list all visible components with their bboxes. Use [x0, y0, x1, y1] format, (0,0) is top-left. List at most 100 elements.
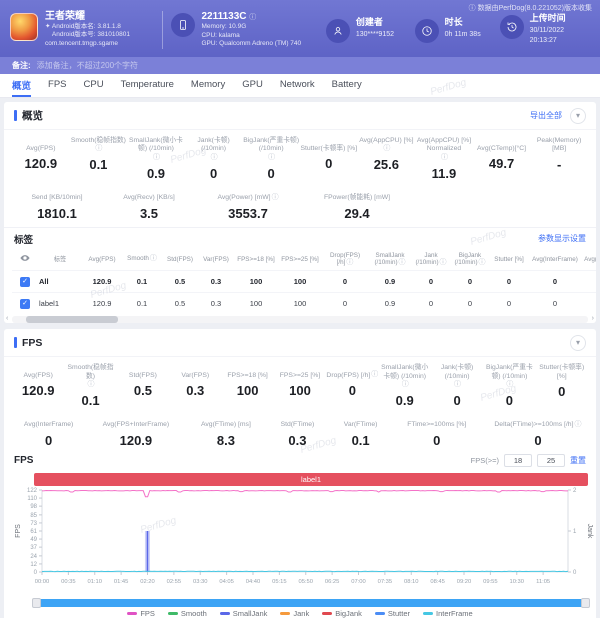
table-cell: 100 — [234, 292, 278, 314]
table-cell: 0 — [322, 292, 368, 314]
table-cell: 0 — [450, 270, 490, 292]
legend-swatch — [375, 612, 385, 615]
info-icon[interactable]: ⓘ — [268, 154, 275, 163]
metric: Avg(Power) [mW]ⓘ3553.7 — [202, 187, 294, 221]
info-icon[interactable]: ⓘ — [402, 381, 409, 390]
metric-label: SmallJank(微小卡顿) (/10min)ⓘ — [379, 364, 431, 390]
legend-label: InterFrame — [436, 609, 473, 618]
metric-label: Jank(卡顿) (/10min)ⓘ — [185, 137, 243, 163]
legend-item-jank[interactable]: Jank — [280, 609, 309, 618]
svg-text:01:45: 01:45 — [114, 579, 129, 585]
metric: FPower(帧能耗) [mW]29.4 — [312, 187, 402, 221]
reset-link[interactable]: 重置 — [570, 455, 586, 466]
svg-text:49: 49 — [30, 537, 37, 543]
metric: Avg(Recv) [KB/s]3.5 — [114, 187, 184, 221]
metric-value: 3553.7 — [202, 206, 294, 221]
info-icon[interactable]: ⓘ — [371, 371, 378, 380]
metric-label: FTime>=100ms [%] — [400, 414, 474, 430]
svg-text:00:00: 00:00 — [35, 579, 50, 585]
row-label: All — [38, 270, 82, 292]
svg-text:61: 61 — [30, 529, 37, 535]
info-icon[interactable]: ⓘ — [95, 145, 102, 154]
tab-battery[interactable]: Battery — [332, 74, 362, 97]
section-accent-bar — [14, 110, 17, 121]
legend-swatch — [280, 612, 290, 615]
info-icon[interactable]: ⓘ — [150, 255, 157, 262]
info-icon[interactable]: ⓘ — [574, 421, 581, 430]
tab-temperature[interactable]: Temperature — [121, 74, 174, 97]
legend-item-bigjank[interactable]: BigJank — [322, 609, 362, 618]
perfdog-report-page: ⓘ 数据由PerfDog(8.0.221052)版本收集 王者荣耀 ✦ Andr… — [0, 0, 600, 618]
legend-item-fps[interactable]: FPS — [127, 609, 155, 618]
slider-handle-right[interactable] — [581, 598, 590, 608]
svg-text:2: 2 — [573, 488, 577, 494]
metric: Jank(卡顿) (/10min)ⓘ0 — [431, 364, 483, 408]
info-icon[interactable]: ⓘ — [272, 194, 279, 203]
table-cell: 120.9 — [82, 292, 122, 314]
table-cell: 120.9 — [582, 270, 596, 292]
slider-handle-left[interactable] — [32, 598, 41, 608]
info-icon[interactable]: ⓘ — [153, 154, 160, 163]
row-checkbox[interactable]: ✓ — [20, 277, 30, 287]
collect-info: ⓘ 数据由PerfDog(8.0.221052)版本收集 — [469, 3, 592, 13]
fps-threshold-input-1[interactable] — [504, 454, 532, 467]
note-bar[interactable]: 备注: 添加备注，不超过200个字符 — [0, 57, 600, 74]
info-icon[interactable]: ⓘ — [479, 259, 486, 266]
svg-text:05:15: 05:15 — [272, 579, 287, 585]
table-column-header: FPS>=18 [%] — [234, 250, 278, 270]
info-icon[interactable]: ⓘ — [440, 259, 447, 266]
info-icon[interactable]: ⓘ — [506, 381, 513, 390]
metric-value: 0 — [185, 166, 243, 181]
chart-label-band[interactable]: label1 — [34, 473, 588, 486]
tab-memory[interactable]: Memory — [191, 74, 225, 97]
legend-item-smalljank[interactable]: SmallJank — [220, 609, 268, 618]
svg-text:06:25: 06:25 — [325, 579, 340, 585]
tab-network[interactable]: Network — [280, 74, 315, 97]
info-icon[interactable]: ⓘ — [88, 381, 95, 390]
legend-item-smooth[interactable]: Smooth — [168, 609, 207, 618]
tab-cpu[interactable]: CPU — [84, 74, 104, 97]
metric-label: BigJank(严重卡顿) (/10min)ⓘ — [483, 364, 535, 390]
tab-overview[interactable]: 概览 — [12, 74, 31, 97]
metric-value: 0 — [300, 156, 358, 171]
tab-gpu[interactable]: GPU — [242, 74, 263, 97]
info-icon[interactable]: ⓘ — [383, 145, 390, 154]
info-icon[interactable]: ⓘ — [346, 259, 353, 266]
info-icon[interactable]: ⓘ — [454, 381, 461, 390]
fps-chart[interactable]: 01224374961738598110122012FPSJank00:0000… — [12, 486, 596, 598]
app-package: com.tencent.tmgp.sgame — [45, 40, 130, 48]
overview-collapse-button[interactable]: ▾ — [570, 108, 586, 124]
legend-item-interframe[interactable]: InterFrame — [423, 609, 473, 618]
metric-value: 0 — [326, 383, 378, 398]
device-info-icon[interactable]: ⓘ — [249, 13, 256, 22]
metric: Smooth(稳帧指数)ⓘ0.1 — [70, 137, 128, 181]
fps-threshold-input-2[interactable] — [537, 454, 565, 467]
legend-item-stutter[interactable]: Stutter — [375, 609, 410, 618]
labels-table-scrollbar[interactable]: ‹ › — [12, 316, 588, 323]
tab-fps[interactable]: FPS — [48, 74, 66, 97]
export-all-link[interactable]: 导出全部 — [530, 110, 562, 121]
metric-label: Var(FPS) — [169, 364, 221, 380]
row-checkbox[interactable]: ✓ — [20, 299, 30, 309]
metric-value: 11.9 — [415, 166, 473, 181]
app-version-code: ✦ Android版本号: 381010801 — [45, 31, 130, 39]
param-display-settings-link[interactable]: 参数显示设置 — [538, 233, 586, 244]
svg-text:09:20: 09:20 — [457, 579, 472, 585]
table-cell: 0 — [528, 270, 582, 292]
metric-label: Drop(FPS) [/h]ⓘ — [326, 364, 378, 380]
metric-value: 0.1 — [70, 157, 128, 172]
info-icon[interactable]: ⓘ — [441, 154, 448, 163]
scrollbar-thumb[interactable] — [26, 316, 118, 323]
fps-threshold-label: FPS(>=) — [471, 456, 499, 465]
labels-table: 标签Avg(FPS)SmoothⓘStd(FPS)Var(FPS)FPS>=18… — [12, 250, 596, 314]
chart-range-slider[interactable] — [34, 599, 588, 607]
svg-text:04:05: 04:05 — [219, 579, 234, 585]
metric-value: 49.7 — [473, 156, 531, 171]
duration-label: 时长 — [445, 16, 481, 30]
overview-metrics-row2: Send [KB/10min]1810.1Avg(Recv) [KB/s]3.5… — [4, 187, 596, 227]
device-model: 2211133C ⓘ — [201, 10, 301, 23]
fps-collapse-button[interactable]: ▾ — [570, 335, 586, 351]
info-icon[interactable]: ⓘ — [211, 154, 218, 163]
info-icon[interactable]: ⓘ — [399, 259, 406, 266]
visibility-eye-icon[interactable] — [12, 250, 38, 270]
